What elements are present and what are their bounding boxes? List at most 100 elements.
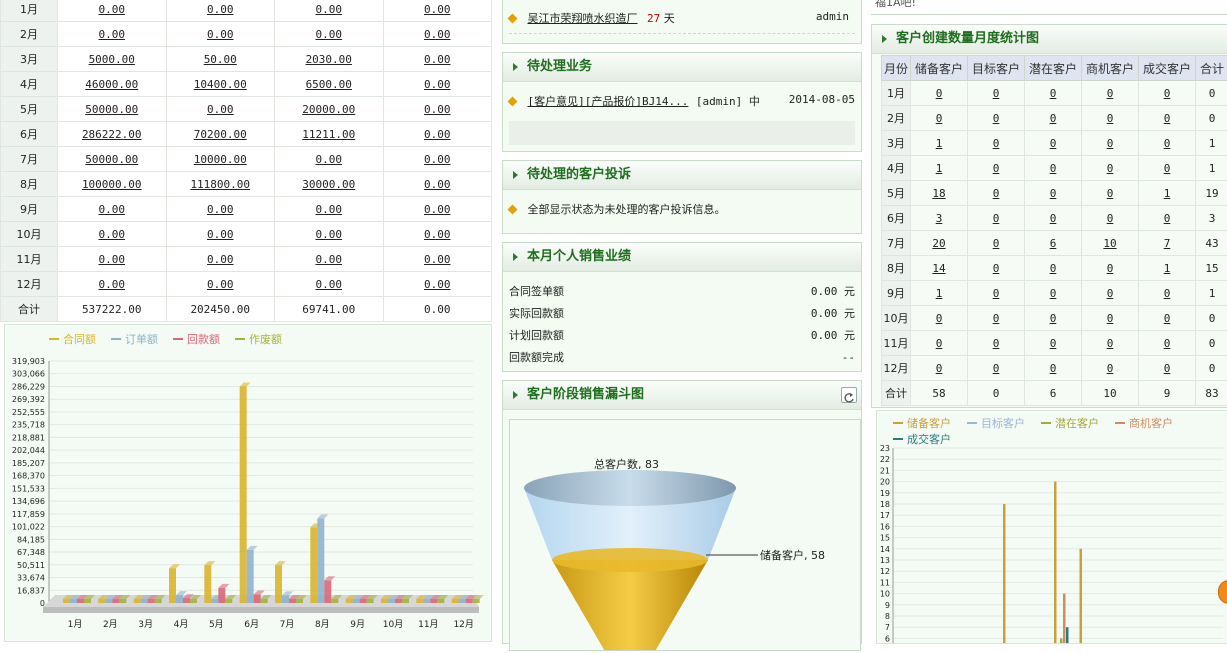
amount-link-d[interactable]: 0.00 bbox=[424, 178, 451, 191]
count-link[interactable]: 0 bbox=[1050, 87, 1057, 100]
count-link[interactable]: 0 bbox=[1107, 187, 1114, 200]
amount-link-a[interactable]: 46000.00 bbox=[85, 78, 138, 91]
amount-link-c[interactable]: 0.00 bbox=[316, 203, 343, 216]
count-link[interactable]: 0 bbox=[1164, 162, 1171, 175]
count-link[interactable]: 0 bbox=[1107, 312, 1114, 325]
pending-item-link[interactable]: [客户意见][产品报价]BJ14... bbox=[528, 95, 689, 108]
count-link[interactable]: 0 bbox=[936, 362, 943, 375]
count-link[interactable]: 0 bbox=[1050, 337, 1057, 350]
amount-link-a[interactable]: 0.00 bbox=[99, 228, 126, 241]
amount-link-c[interactable]: 0.00 bbox=[316, 278, 343, 291]
amount-link-d[interactable]: 0.00 bbox=[424, 103, 451, 116]
count-link[interactable]: 18 bbox=[932, 187, 945, 200]
count-link[interactable]: 0 bbox=[993, 87, 1000, 100]
amount-link-b[interactable]: 0.00 bbox=[207, 253, 234, 266]
count-link[interactable]: 1 bbox=[936, 137, 943, 150]
amount-link-c[interactable]: 6500.00 bbox=[306, 78, 352, 91]
amount-link-a[interactable]: 0.00 bbox=[99, 28, 126, 41]
count-link[interactable]: 0 bbox=[1107, 137, 1114, 150]
amount-link-d[interactable]: 0.00 bbox=[424, 203, 451, 216]
amount-link-c[interactable]: 20000.00 bbox=[302, 103, 355, 116]
count-link[interactable]: 0 bbox=[936, 87, 943, 100]
count-link[interactable]: 0 bbox=[1050, 137, 1057, 150]
count-link[interactable]: 0 bbox=[1107, 287, 1114, 300]
count-link[interactable]: 0 bbox=[1107, 112, 1114, 125]
count-link[interactable]: 0 bbox=[1164, 87, 1171, 100]
count-link[interactable]: 0 bbox=[936, 337, 943, 350]
count-link[interactable]: 0 bbox=[1107, 162, 1114, 175]
amount-link-d[interactable]: 0.00 bbox=[424, 153, 451, 166]
count-link[interactable]: 0 bbox=[993, 337, 1000, 350]
count-link[interactable]: 1 bbox=[1164, 187, 1171, 200]
amount-link-a[interactable]: 286222.00 bbox=[82, 128, 142, 141]
count-link[interactable]: 0 bbox=[936, 312, 943, 325]
count-link[interactable]: 0 bbox=[1050, 187, 1057, 200]
count-link[interactable]: 0 bbox=[993, 187, 1000, 200]
count-link[interactable]: 1 bbox=[936, 287, 943, 300]
amount-link-b[interactable]: 0.00 bbox=[207, 228, 234, 241]
amount-link-c[interactable]: 0.00 bbox=[316, 3, 343, 16]
amount-link-c[interactable]: 11211.00 bbox=[302, 128, 355, 141]
customer-link[interactable]: 吴江市荣翔喷水织造厂 bbox=[528, 12, 638, 25]
amount-link-d[interactable]: 0.00 bbox=[424, 3, 451, 16]
count-link[interactable]: 0 bbox=[1050, 212, 1057, 225]
count-link[interactable]: 0 bbox=[993, 112, 1000, 125]
count-link[interactable]: 10 bbox=[1103, 237, 1116, 250]
count-link[interactable]: 0 bbox=[993, 137, 1000, 150]
count-link[interactable]: 0 bbox=[936, 112, 943, 125]
amount-link-d[interactable]: 0.00 bbox=[424, 28, 451, 41]
count-link[interactable]: 0 bbox=[993, 287, 1000, 300]
count-link[interactable]: 0 bbox=[1164, 362, 1171, 375]
amount-link-b[interactable]: 10000.00 bbox=[194, 153, 247, 166]
count-link[interactable]: 14 bbox=[932, 262, 945, 275]
count-link[interactable]: 0 bbox=[993, 362, 1000, 375]
count-link[interactable]: 0 bbox=[1107, 362, 1114, 375]
amount-link-d[interactable]: 0.00 bbox=[424, 78, 451, 91]
count-link[interactable]: 0 bbox=[1050, 287, 1057, 300]
amount-link-b[interactable]: 0.00 bbox=[207, 278, 234, 291]
count-link[interactable]: 0 bbox=[1050, 112, 1057, 125]
amount-link-c[interactable]: 0.00 bbox=[316, 28, 343, 41]
count-link[interactable]: 0 bbox=[1164, 112, 1171, 125]
amount-link-c[interactable]: 0.00 bbox=[316, 153, 343, 166]
amount-link-b[interactable]: 50.00 bbox=[204, 53, 237, 66]
amount-link-c[interactable]: 0.00 bbox=[316, 253, 343, 266]
amount-link-b[interactable]: 0.00 bbox=[207, 28, 234, 41]
amount-link-a[interactable]: 5000.00 bbox=[89, 53, 135, 66]
amount-link-b[interactable]: 0.00 bbox=[207, 103, 234, 116]
count-link[interactable]: 0 bbox=[1050, 262, 1057, 275]
count-link[interactable]: 0 bbox=[1050, 312, 1057, 325]
amount-link-a[interactable]: 0.00 bbox=[99, 278, 126, 291]
amount-link-d[interactable]: 0.00 bbox=[424, 53, 451, 66]
count-link[interactable]: 3 bbox=[936, 212, 943, 225]
count-link[interactable]: 0 bbox=[1107, 87, 1114, 100]
count-link[interactable]: 0 bbox=[1164, 287, 1171, 300]
amount-link-c[interactable]: 2030.00 bbox=[306, 53, 352, 66]
amount-link-a[interactable]: 0.00 bbox=[99, 3, 126, 16]
count-link[interactable]: 0 bbox=[993, 162, 1000, 175]
amount-link-d[interactable]: 0.00 bbox=[424, 278, 451, 291]
amount-link-a[interactable]: 50000.00 bbox=[85, 153, 138, 166]
amount-link-d[interactable]: 0.00 bbox=[424, 128, 451, 141]
count-link[interactable]: 0 bbox=[1107, 337, 1114, 350]
amount-link-a[interactable]: 50000.00 bbox=[85, 103, 138, 116]
count-link[interactable]: 0 bbox=[1050, 162, 1057, 175]
amount-link-b[interactable]: 10400.00 bbox=[194, 78, 247, 91]
amount-link-a[interactable]: 100000.00 bbox=[82, 178, 142, 191]
amount-link-b[interactable]: 0.00 bbox=[207, 203, 234, 216]
count-link[interactable]: 0 bbox=[1050, 362, 1057, 375]
amount-link-a[interactable]: 0.00 bbox=[99, 203, 126, 216]
amount-link-c[interactable]: 0.00 bbox=[316, 228, 343, 241]
count-link[interactable]: 6 bbox=[1050, 237, 1057, 250]
refresh-button[interactable] bbox=[841, 387, 857, 403]
count-link[interactable]: 1 bbox=[1164, 262, 1171, 275]
count-link[interactable]: 0 bbox=[1164, 312, 1171, 325]
count-link[interactable]: 0 bbox=[1164, 337, 1171, 350]
amount-link-c[interactable]: 30000.00 bbox=[302, 178, 355, 191]
amount-link-b[interactable]: 0.00 bbox=[207, 3, 234, 16]
count-link[interactable]: 0 bbox=[1107, 212, 1114, 225]
count-link[interactable]: 0 bbox=[993, 312, 1000, 325]
amount-link-d[interactable]: 0.00 bbox=[424, 228, 451, 241]
count-link[interactable]: 0 bbox=[993, 237, 1000, 250]
count-link[interactable]: 0 bbox=[1107, 262, 1114, 275]
